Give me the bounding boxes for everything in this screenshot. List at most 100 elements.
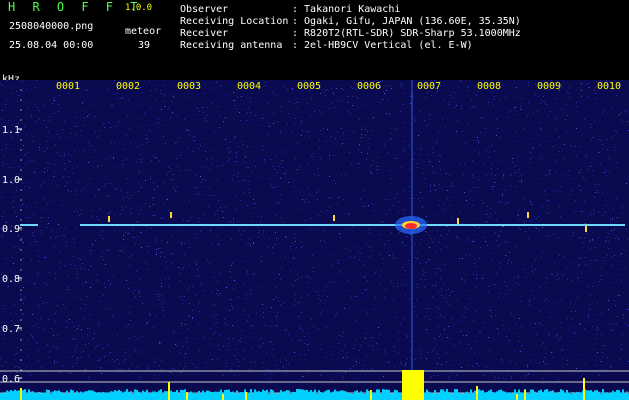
noise-dot xyxy=(587,169,588,170)
noise-dot xyxy=(597,352,598,353)
noise-dot xyxy=(154,362,155,363)
noise-dot xyxy=(58,297,59,298)
noise-dot xyxy=(476,274,477,275)
noise-dot xyxy=(485,241,486,242)
noise-dot xyxy=(538,140,539,141)
noise-dot xyxy=(452,291,453,292)
noise-dot xyxy=(151,160,152,161)
noise-dot xyxy=(380,334,381,335)
noise-dot xyxy=(413,159,414,160)
noise-dot xyxy=(397,286,398,287)
noise-dot xyxy=(300,354,301,355)
noise-dot xyxy=(382,99,383,100)
noise-dot xyxy=(408,260,409,261)
noise-dot xyxy=(177,141,178,142)
noise-dot xyxy=(621,253,622,254)
noise-dot xyxy=(311,155,312,156)
noise-dot xyxy=(350,113,351,114)
noise-dot xyxy=(232,179,233,180)
noise-dot xyxy=(539,362,540,363)
noise-dot xyxy=(576,102,577,103)
noise-dot xyxy=(258,177,259,178)
noise-dot xyxy=(498,378,499,379)
noise-dot xyxy=(578,354,579,355)
noise-dot xyxy=(495,284,496,285)
histogram-bar xyxy=(242,392,244,395)
histogram-bar xyxy=(294,391,296,395)
noise-dot xyxy=(218,244,219,245)
noise-dot xyxy=(90,287,91,288)
noise-dot xyxy=(586,233,587,234)
noise-dot xyxy=(66,241,67,242)
noise-dot xyxy=(325,95,326,96)
noise-dot xyxy=(214,323,215,324)
noise-dot xyxy=(442,209,443,210)
noise-dot xyxy=(122,164,123,165)
noise-dot xyxy=(354,257,355,258)
noise-dot xyxy=(194,140,195,141)
noise-dot xyxy=(189,200,190,201)
noise-dot xyxy=(332,354,333,355)
noise-dot xyxy=(156,123,157,124)
noise-dot xyxy=(84,318,85,319)
noise-dot xyxy=(165,125,166,126)
noise-dot xyxy=(0,228,1,229)
noise-dot xyxy=(338,197,339,198)
noise-dot xyxy=(166,268,167,269)
histogram-bar xyxy=(86,391,88,395)
histogram-bar xyxy=(348,393,350,395)
noise-dot xyxy=(179,364,180,365)
noise-dot xyxy=(608,233,609,234)
noise-dot xyxy=(437,214,438,215)
noise-dot xyxy=(602,192,603,193)
noise-dot xyxy=(497,328,498,329)
noise-dot xyxy=(184,296,185,297)
noise-dot xyxy=(16,190,17,191)
histogram-bar xyxy=(300,389,302,395)
noise-dot xyxy=(556,335,557,336)
noise-dot xyxy=(141,232,142,233)
noise-dot xyxy=(0,83,1,84)
noise-dot xyxy=(541,344,542,345)
noise-dot xyxy=(261,261,262,262)
noise-dot xyxy=(47,170,48,171)
noise-dot xyxy=(440,334,441,335)
noise-dot xyxy=(515,131,516,132)
noise-dot xyxy=(438,317,439,318)
histogram-bar xyxy=(144,391,146,395)
noise-dot xyxy=(68,322,69,323)
noise-dot xyxy=(60,268,61,269)
noise-dot xyxy=(621,344,622,345)
noise-dot xyxy=(456,375,457,376)
histogram-bar xyxy=(548,391,550,395)
noise-dot xyxy=(461,367,462,368)
noise-dot xyxy=(78,258,79,259)
noise-dot xyxy=(138,290,139,291)
noise-dot xyxy=(350,256,351,257)
noise-dot xyxy=(93,338,94,339)
noise-dot xyxy=(592,170,593,171)
noise-dot xyxy=(287,89,288,90)
time-tick-label: 0004 xyxy=(237,81,261,92)
observer-label: Observer xyxy=(180,4,229,15)
noise-dot xyxy=(110,156,111,157)
noise-dot xyxy=(238,181,239,182)
noise-dot xyxy=(596,334,597,335)
noise-dot xyxy=(102,231,103,232)
noise-dot xyxy=(561,350,562,351)
histogram-bar xyxy=(620,392,622,395)
noise-dot xyxy=(625,268,626,269)
noise-dot xyxy=(216,82,217,83)
noise-dot xyxy=(567,279,568,280)
noise-dot xyxy=(600,140,601,141)
noise-dot xyxy=(609,159,610,160)
noise-dot xyxy=(405,365,406,366)
histogram-bar xyxy=(236,390,238,395)
noise-dot xyxy=(439,184,440,185)
noise-dot xyxy=(30,243,31,244)
noise-dot xyxy=(402,267,403,268)
noise-dot xyxy=(281,160,282,161)
noise-dot xyxy=(307,344,308,345)
noise-dot xyxy=(352,88,353,89)
noise-dot xyxy=(579,264,580,265)
